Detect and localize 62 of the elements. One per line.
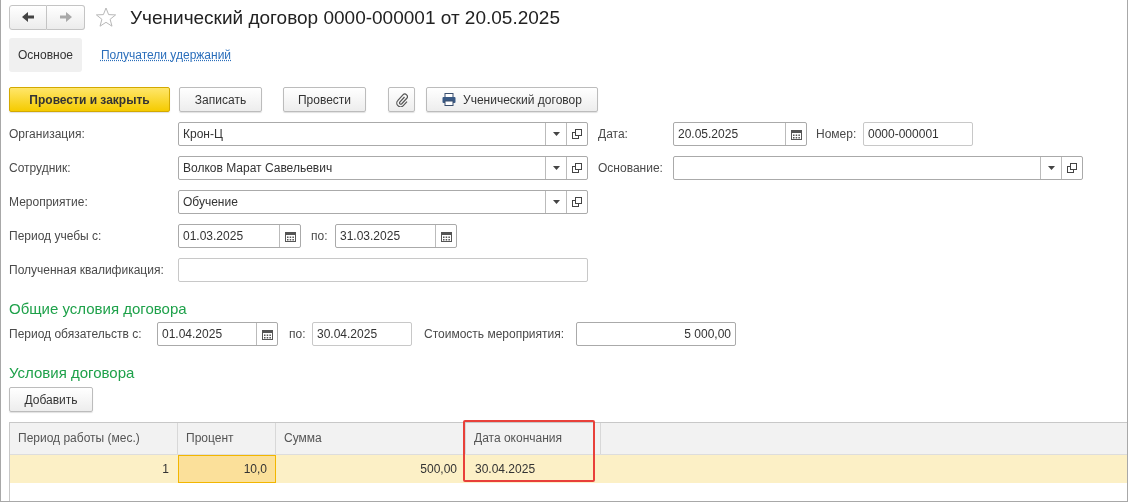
column-header[interactable]: Период работы (мес.)	[10, 423, 178, 454]
date-field[interactable]: 20.05.2025	[673, 122, 807, 146]
select-field[interactable]: Волков Марат Савельевич	[178, 156, 588, 180]
date-field[interactable]: 01.03.2025	[178, 224, 301, 248]
back-arrow-icon	[21, 11, 35, 23]
field-label: по:	[311, 229, 329, 243]
field-label: Полученная квалификация:	[9, 263, 165, 277]
section-heading: Условия договора	[9, 364, 136, 382]
field-label: по:	[289, 327, 307, 341]
field-label: Номер:	[816, 127, 858, 141]
paperclip-icon	[395, 92, 408, 107]
table-cell-text: 1	[161, 461, 170, 478]
field-label: Мероприятие:	[9, 195, 89, 209]
select-field[interactable]: Обучение	[178, 190, 588, 214]
calendar-icon	[284, 230, 296, 242]
column-header[interactable]: Дата окончания	[466, 423, 601, 454]
field-label: Основание:	[598, 161, 664, 175]
tab[interactable]: Основное	[9, 38, 82, 72]
date-field[interactable]: 31.03.2025	[335, 224, 457, 248]
text-field[interactable]: 30.04.2025	[312, 322, 412, 346]
window-title: Ученический договор 0000-000001 от 20.05.2025	[130, 6, 560, 29]
add-button[interactable]: Добавить	[9, 387, 93, 412]
field-label: Дата:	[598, 127, 629, 141]
field-label: Организация:	[9, 127, 86, 141]
section-heading: Общие условия договора	[9, 300, 188, 318]
calendar-icon	[261, 328, 273, 340]
table-row[interactable]: 1 10,0 500,00 30.04.2025	[10, 455, 1127, 483]
column-header[interactable]: Процент	[178, 423, 276, 454]
date-field[interactable]: 01.04.2025	[157, 322, 278, 346]
number-field[interactable]: 5 000,00	[576, 322, 736, 346]
text-field[interactable]	[178, 258, 588, 282]
caret-icon	[1047, 166, 1055, 170]
tab[interactable]: Получатели удержаний	[92, 38, 241, 72]
field-label: Период обязательств с:	[9, 327, 143, 341]
caret-icon	[552, 166, 560, 170]
column-header[interactable]: Сумма	[276, 423, 466, 454]
toolbar-button[interactable]: Записать	[179, 87, 262, 112]
print-button[interactable]: Ученический договор	[426, 87, 598, 112]
toolbar-button[interactable]: Провести	[283, 87, 366, 112]
star-icon[interactable]	[95, 7, 117, 28]
back-button[interactable]	[9, 4, 47, 30]
post-and-close-button[interactable]: Провести и закрыть	[9, 87, 170, 112]
table-cell-text: 30.04.2025	[474, 461, 537, 478]
select-field[interactable]: Крон-Ц	[178, 122, 588, 146]
open-window-icon	[572, 129, 582, 139]
calendar-icon	[440, 230, 452, 242]
text-field[interactable]: 0000-000001	[863, 122, 973, 146]
field-label: Период учебы с:	[9, 229, 103, 243]
forward-arrow-icon	[58, 11, 73, 23]
select-field[interactable]	[673, 156, 1083, 180]
open-window-icon	[572, 163, 582, 173]
attach-button[interactable]	[388, 87, 415, 112]
field-label: Сотрудник:	[9, 161, 72, 175]
open-window-icon	[572, 197, 582, 207]
table-cell-text: 500,00	[419, 461, 458, 478]
calendar-icon	[790, 128, 802, 140]
table-cell: 10,0	[178, 455, 276, 483]
caret-icon	[552, 200, 560, 204]
printer-icon	[442, 93, 457, 106]
open-window-icon	[1067, 163, 1077, 173]
caret-icon	[552, 132, 560, 136]
field-label: Стоимость мероприятия:	[424, 327, 566, 341]
